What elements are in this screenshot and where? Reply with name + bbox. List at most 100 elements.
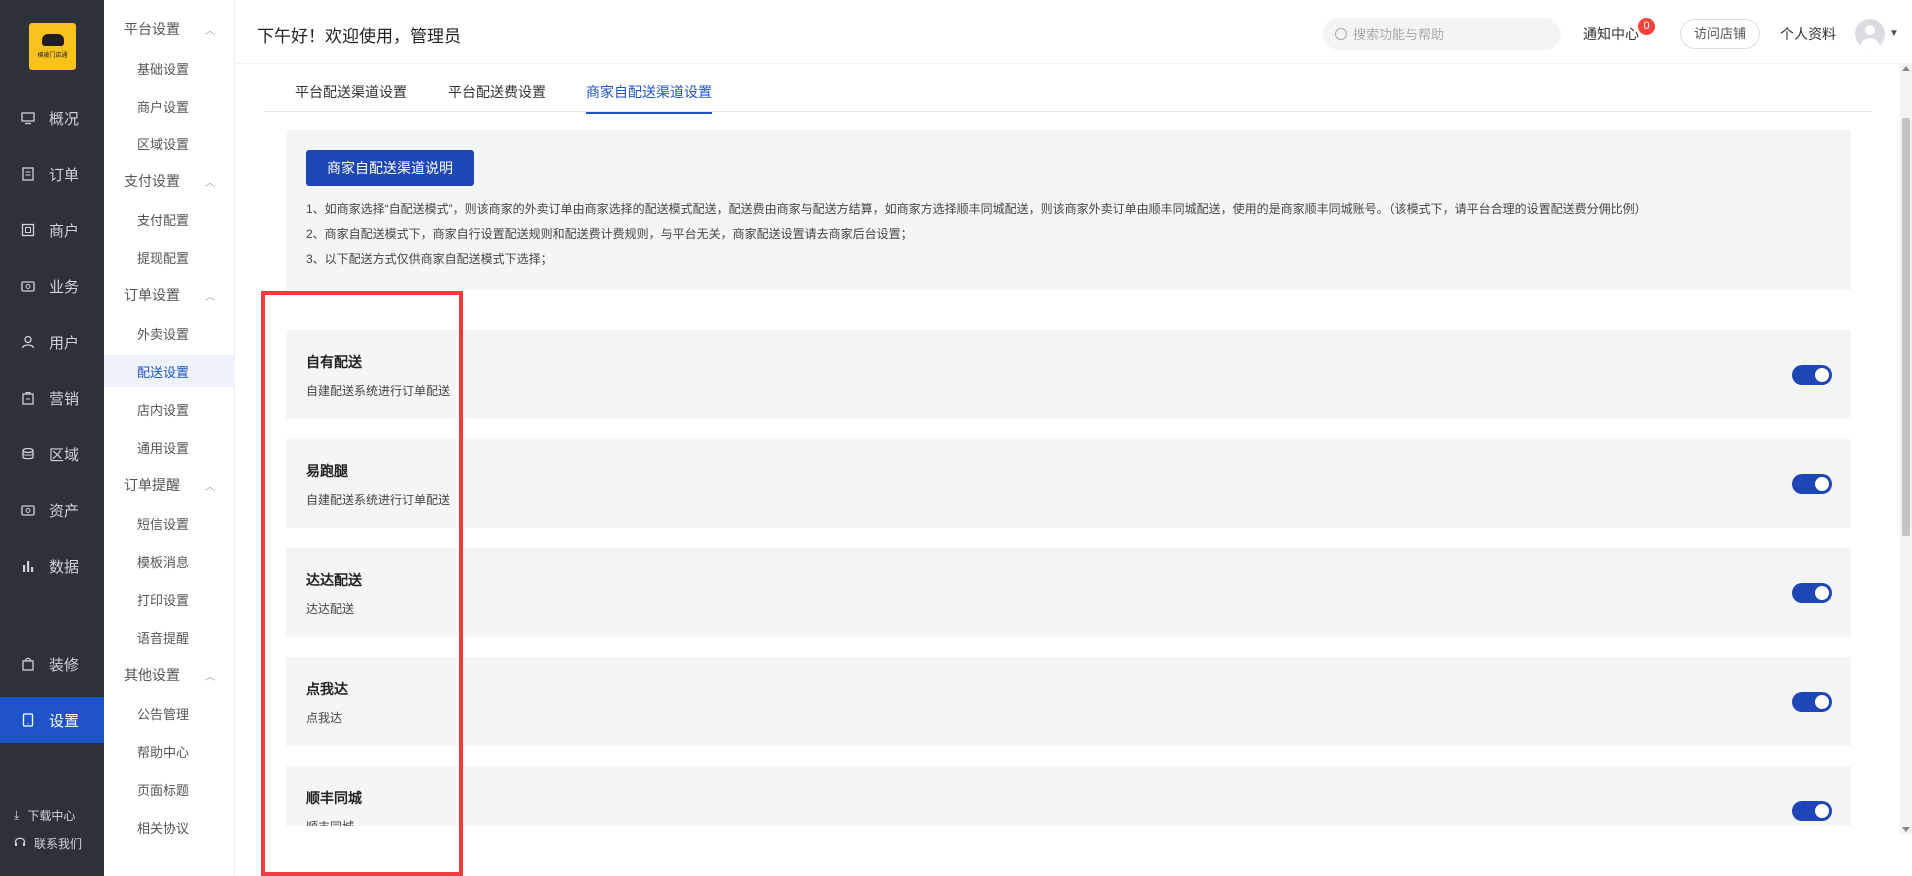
submenu-group-payment[interactable]: 支付设置 ︿ bbox=[104, 166, 235, 196]
download-label: 下载中心 bbox=[27, 809, 76, 823]
submenu-group-other[interactable]: 其他设置 ︿ bbox=[104, 660, 235, 690]
toggle-knob bbox=[1815, 695, 1829, 709]
submenu-group-reminder[interactable]: 订单提醒 ︿ bbox=[104, 470, 235, 500]
instruction-line: 3、以下配送方式仅供商家自配送模式下选择； bbox=[306, 252, 553, 266]
toggle-knob bbox=[1815, 368, 1829, 382]
channel-name: 顺丰同城 bbox=[306, 790, 362, 806]
scroll-up-icon[interactable] bbox=[1902, 66, 1910, 71]
submenu-item-template[interactable]: 模板消息 bbox=[104, 545, 235, 577]
channel-desc: 达达配送 bbox=[306, 602, 355, 616]
channel-row: 达达配送 达达配送 bbox=[286, 548, 1851, 637]
visit-store-button[interactable]: 访问店铺 bbox=[1680, 19, 1760, 49]
channel-row: 点我达 点我达 bbox=[286, 657, 1851, 746]
submenu-group-platform[interactable]: 平台设置 ︿ bbox=[104, 14, 235, 44]
order-icon bbox=[21, 167, 35, 181]
submenu-item-delivery[interactable]: 配送设置 bbox=[104, 355, 235, 387]
submenu-item-page-title[interactable]: 页面标题 bbox=[104, 773, 235, 805]
nav-item-data[interactable]: 数据 bbox=[0, 543, 104, 589]
instruction-line: 2、商家自配送模式下，商家自行设置配送规则和配送费计费规则，与平台无关，商家配送… bbox=[306, 227, 913, 241]
toggle-knob bbox=[1815, 586, 1829, 600]
submenu-item-notice[interactable]: 公告管理 bbox=[104, 697, 235, 729]
app-logo[interactable]: 棉被门店通 bbox=[29, 23, 76, 70]
nav-label: 数据 bbox=[49, 558, 80, 576]
contact-label: 联系我们 bbox=[34, 837, 83, 851]
greeting-text: 下午好！欢迎使用，管理员 bbox=[257, 27, 461, 46]
nav-item-settings[interactable]: 设置 bbox=[0, 697, 104, 743]
chevron-up-icon: ︿ bbox=[205, 671, 215, 683]
submenu-item-basic[interactable]: 基础设置 bbox=[104, 52, 235, 84]
monitor-icon bbox=[21, 111, 35, 125]
nav-item-overview[interactable]: 概况 bbox=[0, 95, 104, 141]
channel-desc: 自建配送系统进行订单配送 bbox=[306, 384, 451, 398]
submenu-item-withdraw[interactable]: 提现配置 bbox=[104, 241, 235, 273]
nav-label: 概况 bbox=[49, 110, 80, 128]
nav-item-business[interactable]: 业务 bbox=[0, 263, 104, 309]
logo-text: 棉被门店通 bbox=[37, 53, 68, 59]
nav-item-assets[interactable]: 资产 bbox=[0, 487, 104, 533]
nav-label: 资产 bbox=[49, 502, 80, 520]
submenu-item-agreement[interactable]: 相关协议 bbox=[104, 811, 235, 843]
tab-platform-channel[interactable]: 平台配送渠道设置 bbox=[295, 82, 407, 112]
nav-item-decorate[interactable]: 装修 bbox=[0, 641, 104, 687]
channel-desc: 点我达 bbox=[306, 711, 343, 725]
submenu-group-order[interactable]: 订单设置 ︿ bbox=[104, 280, 235, 310]
avatar[interactable] bbox=[1855, 19, 1885, 49]
submenu-item-takeout[interactable]: 外卖设置 bbox=[104, 317, 235, 349]
chevron-up-icon: ︿ bbox=[205, 481, 215, 493]
channel-name: 易跑腿 bbox=[306, 463, 348, 479]
submenu-item-help[interactable]: 帮助中心 bbox=[104, 735, 235, 767]
submenu-item-voice[interactable]: 语音提醒 bbox=[104, 621, 235, 653]
group-label: 订单提醒 bbox=[124, 477, 180, 493]
instructions-panel: 商家自配送渠道说明 1、如商家选择“自配送模式”，则该商家的外卖订单由商家选择的… bbox=[286, 130, 1851, 290]
scroll-down-icon[interactable] bbox=[1902, 827, 1910, 832]
tab-merchant-channel[interactable]: 商家自配送渠道设置 bbox=[586, 82, 712, 114]
channel-toggle[interactable] bbox=[1792, 583, 1832, 603]
nav-item-merchants[interactable]: 商户 bbox=[0, 207, 104, 253]
search-input[interactable] bbox=[1353, 26, 1553, 42]
nav-item-orders[interactable]: 订单 bbox=[0, 151, 104, 197]
contact-us-link[interactable]: 联系我们 bbox=[14, 835, 82, 852]
group-label: 支付设置 bbox=[124, 173, 180, 189]
top-header: 下午好！欢迎使用，管理员 通知中心 0 访问店铺 个人资料 ▼ bbox=[235, 0, 1912, 64]
store-icon bbox=[21, 223, 35, 237]
nav-label: 用户 bbox=[49, 334, 80, 352]
channel-toggle[interactable] bbox=[1792, 474, 1832, 494]
channel-toggle[interactable] bbox=[1792, 801, 1832, 821]
submenu-item-sms[interactable]: 短信设置 bbox=[104, 507, 235, 539]
nav-item-region[interactable]: 区域 bbox=[0, 431, 104, 477]
instructions-button[interactable]: 商家自配送渠道说明 bbox=[306, 150, 474, 186]
instruction-line: 1、如商家选择“自配送模式”，则该商家的外卖订单由商家选择的配送模式配送，配送费… bbox=[306, 202, 1647, 216]
scroll-thumb[interactable] bbox=[1902, 118, 1910, 536]
channel-row: 顺丰同城 顺丰同城 bbox=[286, 766, 1851, 826]
logo-mask-icon bbox=[41, 34, 64, 46]
submenu-item-payment-config[interactable]: 支付配置 bbox=[104, 203, 235, 235]
submenu-item-merchant[interactable]: 商户设置 bbox=[104, 90, 235, 122]
marketing-icon bbox=[21, 391, 35, 405]
caret-down-icon[interactable]: ▼ bbox=[1889, 28, 1899, 39]
toggle-knob bbox=[1815, 477, 1829, 491]
submenu-item-instore[interactable]: 店内设置 bbox=[104, 393, 235, 425]
channel-toggle[interactable] bbox=[1792, 692, 1832, 712]
nav-item-users[interactable]: 用户 bbox=[0, 319, 104, 365]
profile-link[interactable]: 个人资料 bbox=[1780, 24, 1836, 44]
tab-platform-fee[interactable]: 平台配送费设置 bbox=[448, 82, 546, 112]
scrollbar[interactable] bbox=[1900, 64, 1912, 834]
nav-item-marketing[interactable]: 营销 bbox=[0, 375, 104, 421]
channel-name: 达达配送 bbox=[306, 572, 362, 588]
channel-name: 点我达 bbox=[306, 681, 348, 697]
channel-toggle[interactable] bbox=[1792, 365, 1832, 385]
submenu-item-region[interactable]: 区域设置 bbox=[104, 127, 235, 159]
settings-submenu: 平台设置 ︿ 基础设置 商户设置 区域设置 支付设置 ︿ 支付配置 提现配置 订… bbox=[104, 0, 235, 876]
nav-label: 装修 bbox=[49, 656, 80, 674]
submenu-item-general[interactable]: 通用设置 bbox=[104, 431, 235, 463]
nav-label: 设置 bbox=[49, 712, 80, 730]
notification-center[interactable]: 通知中心 bbox=[1583, 24, 1639, 44]
group-label: 订单设置 bbox=[124, 287, 180, 303]
download-center-link[interactable]: ⤓ 下载中心 bbox=[14, 807, 75, 824]
delivery-tabs: 平台配送渠道设置 平台配送费设置 商家自配送渠道设置 bbox=[265, 70, 1872, 114]
nav-label: 区域 bbox=[49, 446, 80, 464]
nav-label: 商户 bbox=[49, 222, 80, 240]
channel-desc: 自建配送系统进行订单配送 bbox=[306, 493, 451, 507]
search-box[interactable] bbox=[1323, 18, 1561, 50]
submenu-item-print[interactable]: 打印设置 bbox=[104, 583, 235, 615]
